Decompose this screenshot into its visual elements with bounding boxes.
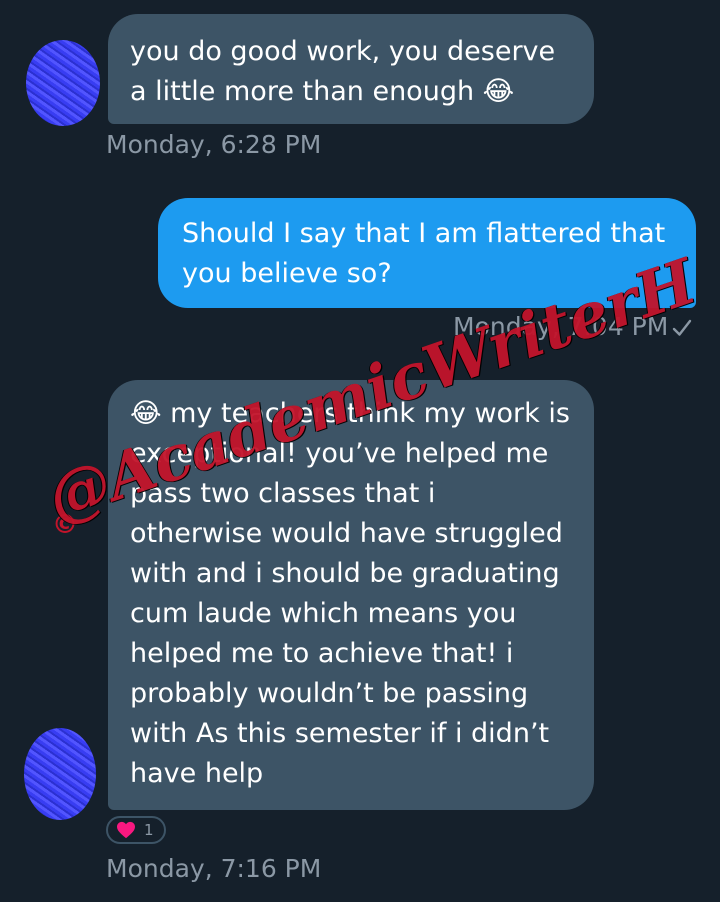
- message-line: with As this semester if i didn’t: [130, 718, 550, 749]
- message-line: otherwise would have struggled: [130, 518, 563, 549]
- message-line: have help: [130, 758, 264, 789]
- message-line: cum laude which means you: [130, 598, 517, 629]
- reaction-count: 1: [144, 821, 154, 839]
- message-timestamp: Monday, 6:28 PM: [106, 130, 322, 159]
- message-line: probably wouldn’t be passing: [130, 678, 529, 709]
- heart-icon: [117, 821, 135, 839]
- avatar[interactable]: [26, 40, 100, 126]
- message-line: with and i should be graduating: [130, 558, 560, 589]
- message-line: Should I say that I am flattered that: [182, 218, 666, 249]
- message-bubble-incoming[interactable]: you do good work, you deserve a little m…: [108, 14, 594, 124]
- message-timestamp: Monday, 7:16 PM: [106, 854, 322, 883]
- avatar[interactable]: [24, 728, 96, 820]
- message-line: a little more than enough 😂: [130, 76, 515, 107]
- message-line: helped me to achieve that! i: [130, 638, 514, 669]
- reaction-badge[interactable]: 1: [106, 816, 166, 844]
- message-line: you do good work, you deserve: [130, 36, 556, 67]
- dm-conversation: you do good work, you deserve a little m…: [0, 0, 720, 902]
